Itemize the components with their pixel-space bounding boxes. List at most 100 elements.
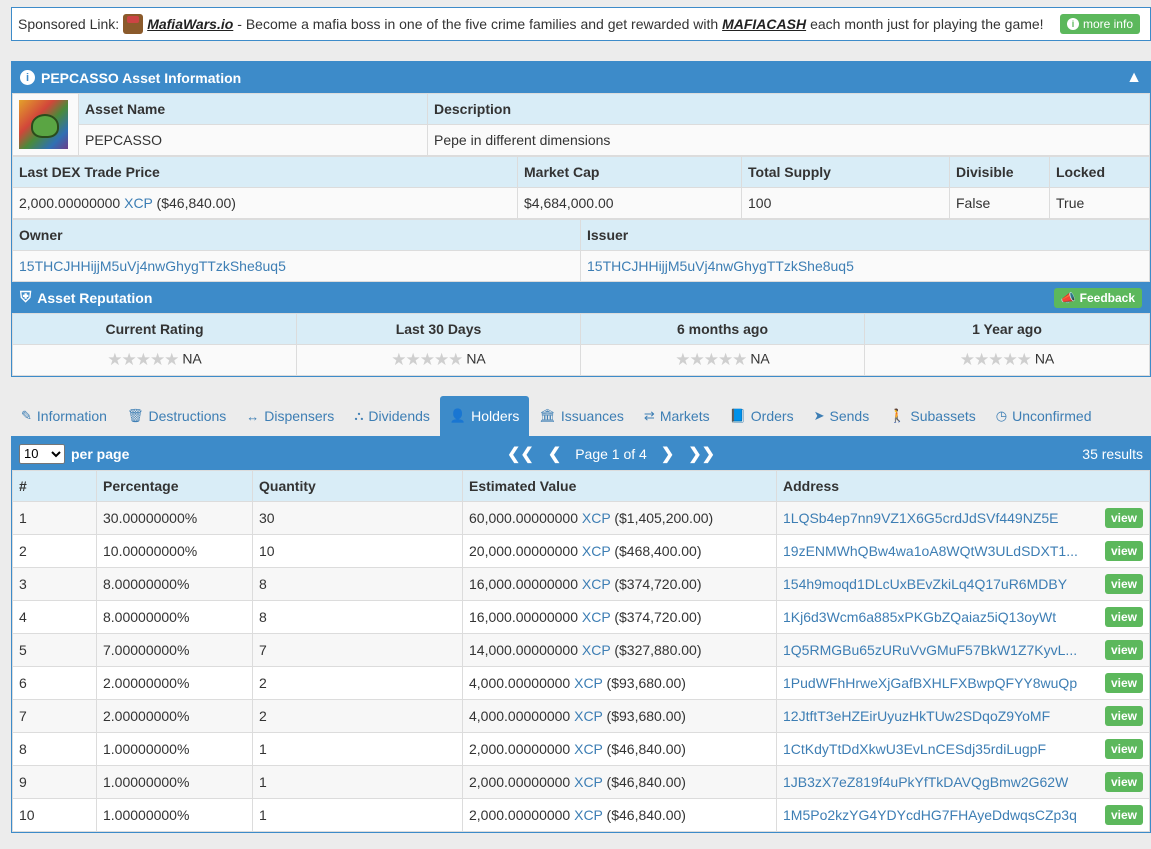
tab-unconfirmed[interactable]: ◷ Unconfirmed bbox=[986, 396, 1102, 436]
col-quantity[interactable]: Quantity bbox=[252, 470, 463, 502]
tab-dividends[interactable]: ⛬ Dividends bbox=[344, 396, 440, 436]
holder-address-link[interactable]: 1M5Po2kzYG4YDYcdHG7FHAyeDdwqsCZp3q bbox=[783, 807, 1077, 823]
view-button[interactable]: view bbox=[1104, 508, 1143, 528]
mafia-icon bbox=[123, 14, 144, 34]
col-address[interactable]: Address bbox=[776, 470, 1150, 502]
rating-value: NA bbox=[1034, 350, 1055, 367]
xcp-link[interactable]: XCP bbox=[582, 642, 611, 658]
estimated-value-cell: 16,000.00000000 XCP ($374,720.00) bbox=[462, 567, 777, 601]
address-cell: 1LQSb4ep7nn9VZ1X6G5crdJdSVf449NZ5E view bbox=[776, 501, 1150, 535]
more-info-button[interactable]: i more info bbox=[1059, 14, 1140, 34]
tab-issuances[interactable]: 🏛 Issuances bbox=[529, 396, 634, 436]
holder-address-link[interactable]: 154h9moqd1DLcUxBEvZkiLq4Q17uR6MDBY bbox=[783, 576, 1067, 592]
per-page-select[interactable]: 10 bbox=[19, 443, 65, 464]
estimated-value-cell: 14,000.00000000 XCP ($327,880.00) bbox=[462, 633, 777, 667]
address-cell: 19zENMWhQBw4wa1oA8WQtW3ULdSDXT1... view bbox=[776, 534, 1150, 568]
star-rating-icon[interactable]: ★★★★★ bbox=[107, 350, 179, 369]
star-rating-icon[interactable]: ★★★★★ bbox=[960, 350, 1032, 369]
holder-address-link[interactable]: 1JB3zX7eZ819f4uPkYfTkDAVQgBmw2G62W bbox=[783, 774, 1068, 790]
view-button[interactable]: view bbox=[1104, 673, 1143, 693]
xcp-link[interactable]: XCP bbox=[574, 708, 603, 724]
quantity-cell: 30 bbox=[252, 501, 463, 535]
tab-markets[interactable]: ⇄ Markets bbox=[634, 396, 720, 436]
prev-page-icon[interactable]: ❮ bbox=[548, 444, 561, 464]
view-button[interactable]: view bbox=[1104, 739, 1143, 759]
xcp-link[interactable]: XCP bbox=[582, 576, 611, 592]
view-button[interactable]: view bbox=[1104, 541, 1143, 561]
sponsor-prefix: Sponsored Link: bbox=[18, 16, 120, 32]
holder-address-link[interactable]: 12JtftT3eHZEirUyuzHkTUw2SDqoZ9YoMF bbox=[783, 708, 1050, 724]
chevron-up-icon[interactable]: ▲ bbox=[1126, 69, 1142, 87]
quantity-cell: 2 bbox=[252, 699, 463, 733]
mafiacash-link[interactable]: MAFIACASH bbox=[722, 16, 806, 32]
asset-name-header: Asset Name bbox=[78, 93, 428, 125]
value-amount: 4,000.00000000 bbox=[469, 675, 571, 691]
view-button[interactable]: view bbox=[1104, 574, 1143, 594]
last-trade-header: Last DEX Trade Price bbox=[12, 156, 518, 188]
value-usd: ($468,400.00) bbox=[614, 543, 702, 559]
xcp-link[interactable]: XCP bbox=[582, 609, 611, 625]
view-button[interactable]: view bbox=[1104, 706, 1143, 726]
rank-cell: 3 bbox=[12, 567, 97, 601]
value-amount: 14,000.00000000 bbox=[469, 642, 578, 658]
percentage-cell: 8.00000000% bbox=[96, 567, 253, 601]
tab-information[interactable]: ✎ Information bbox=[11, 396, 117, 436]
divisible-value: False bbox=[949, 187, 1050, 219]
holder-address-link[interactable]: 1Q5RMGBu65zURuVvGMuF57BkW1Z7KyvL... bbox=[783, 642, 1077, 658]
address-cell: 1Q5RMGBu65zURuVvGMuF57BkW1Z7KyvL... view bbox=[776, 633, 1150, 667]
col-percentage[interactable]: Percentage bbox=[96, 470, 253, 502]
tab-label: Destructions bbox=[148, 408, 227, 424]
rating-col-6months: 6 months ago bbox=[580, 313, 865, 345]
tab-destructions[interactable]: 🗑 Destructions bbox=[117, 396, 236, 436]
xcp-link[interactable]: XCP bbox=[574, 741, 603, 757]
asset-image-cell bbox=[12, 93, 79, 156]
star-rating-icon[interactable]: ★★★★★ bbox=[675, 350, 747, 369]
xcp-link[interactable]: XCP bbox=[582, 510, 611, 526]
tab-label: Information bbox=[36, 408, 107, 424]
holder-address-link[interactable]: 1LQSb4ep7nn9VZ1X6G5crdJdSVf449NZ5E bbox=[783, 510, 1059, 526]
asset-info-title: PEPCASSO Asset Information bbox=[41, 69, 242, 86]
xcp-link[interactable]: XCP bbox=[574, 675, 603, 691]
view-button[interactable]: view bbox=[1104, 772, 1143, 792]
reputation-title: Asset Reputation bbox=[37, 289, 153, 306]
sponsor-text-1: - Become a mafia boss in one of the five… bbox=[237, 16, 719, 32]
value-usd: ($46,840.00) bbox=[606, 741, 686, 757]
xcp-link[interactable]: XCP bbox=[582, 543, 611, 559]
xcp-link[interactable]: XCP bbox=[574, 807, 603, 823]
holder-address-link[interactable]: 1CtKdyTtDdXkwU3EvLnCESdj35rdiLugpF bbox=[783, 741, 1046, 757]
next-page-icon[interactable]: ❯ bbox=[661, 444, 674, 464]
value-amount: 4,000.00000000 bbox=[469, 708, 571, 724]
quantity-cell: 2 bbox=[252, 666, 463, 700]
col-estimated-value[interactable]: Estimated Value bbox=[462, 470, 777, 502]
sponsor-site-link[interactable]: MafiaWars.io bbox=[147, 16, 233, 32]
percentage-cell: 10.00000000% bbox=[96, 534, 253, 568]
col-rank[interactable]: # bbox=[12, 470, 97, 502]
star-rating-icon[interactable]: ★★★★★ bbox=[391, 350, 463, 369]
view-button[interactable]: view bbox=[1104, 805, 1143, 825]
holder-address-link[interactable]: 1Kj6d3Wcm6a885xPKGbZQaiaz5iQ13oyWt bbox=[783, 609, 1056, 625]
tab-subassets[interactable]: 🚶 Subassets bbox=[879, 396, 986, 436]
sitemap-icon: ⛬ bbox=[354, 408, 364, 423]
view-button[interactable]: view bbox=[1104, 607, 1143, 627]
feedback-button[interactable]: 📣 Feedback bbox=[1053, 287, 1142, 308]
arrows-h-icon: ↔ bbox=[246, 408, 260, 424]
xcp-link[interactable]: XCP bbox=[124, 195, 153, 211]
xcp-link[interactable]: XCP bbox=[574, 774, 603, 790]
tab-orders[interactable]: 📘 Orders bbox=[720, 396, 804, 436]
tab-sends[interactable]: ➤ Sends bbox=[804, 396, 880, 436]
rating-value: NA bbox=[182, 350, 202, 367]
address-cell: 12JtftT3eHZEirUyuzHkTUw2SDqoZ9YoMF view bbox=[776, 699, 1150, 733]
view-button[interactable]: view bbox=[1104, 640, 1143, 660]
estimated-value-cell: 2,000.00000000 XCP ($46,840.00) bbox=[462, 732, 777, 766]
first-page-icon[interactable]: ❮❮ bbox=[507, 444, 534, 464]
trash-icon: 🗑 bbox=[126, 408, 144, 423]
tab-dispensers[interactable]: ↔ Dispensers bbox=[236, 396, 344, 436]
holder-address-link[interactable]: 1PudWFhHrweXjGafBXHLFXBwpQFYY8wuQp bbox=[783, 675, 1077, 691]
rank-cell: 1 bbox=[12, 501, 97, 535]
tab-holders[interactable]: 👤 Holders bbox=[439, 396, 530, 436]
last-page-icon[interactable]: ❯❯ bbox=[688, 444, 715, 464]
more-info-label: more info bbox=[1082, 17, 1133, 31]
holder-address-link[interactable]: 19zENMWhQBw4wa1oA8WQtW3ULdSDXT1... bbox=[783, 543, 1078, 559]
owner-address-link[interactable]: 15THCJHHijjM5uVj4nwGhygTTzkShe8uq5 bbox=[19, 258, 286, 274]
issuer-address-link[interactable]: 15THCJHHijjM5uVj4nwGhygTTzkShe8uq5 bbox=[587, 258, 854, 274]
